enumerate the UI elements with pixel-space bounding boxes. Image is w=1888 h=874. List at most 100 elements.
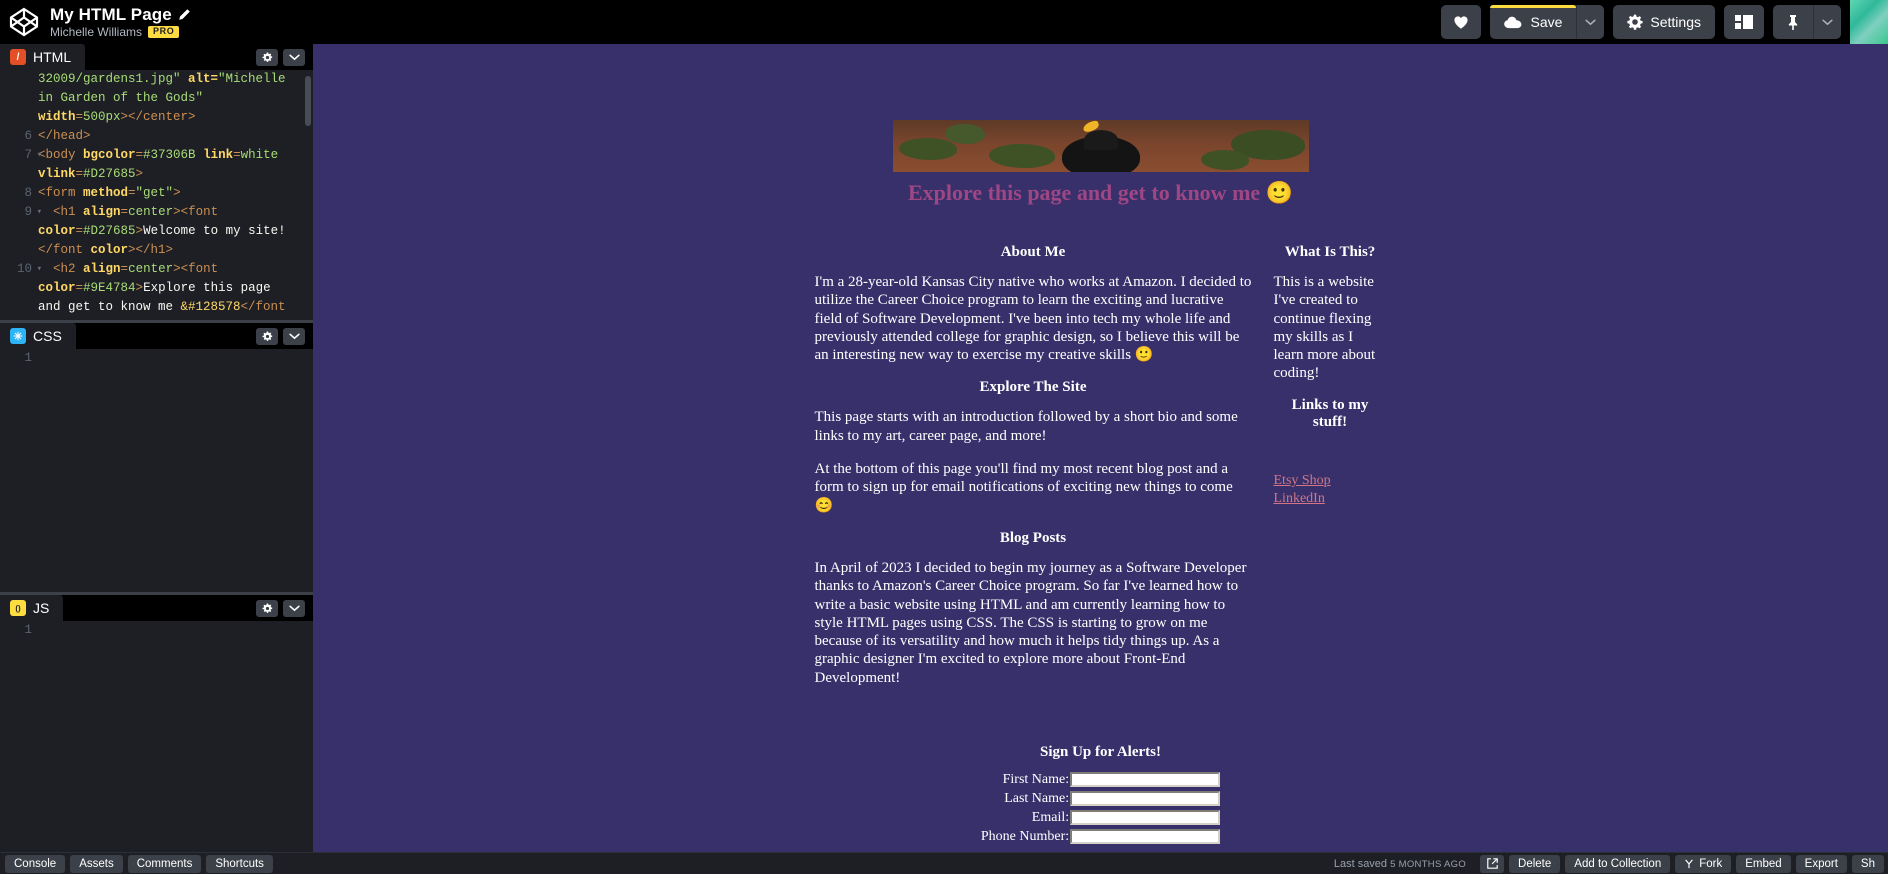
js-tab-label: JS [33, 600, 50, 616]
code-text: </head> [38, 129, 91, 143]
code-line: color=#9E4784>Explore this page [0, 279, 313, 298]
layout-button[interactable] [1724, 5, 1764, 39]
rendered-page: Welcome to my site! Explore this page an… [313, 120, 1888, 852]
fork-button[interactable]: Fork [1675, 854, 1732, 873]
codepen-logo-icon[interactable] [8, 6, 40, 38]
pin-group [1773, 5, 1841, 39]
save-accent-bar [1490, 5, 1577, 8]
first-name-input[interactable] [1070, 772, 1221, 788]
email-label: Email: [1031, 810, 1070, 826]
js-settings-gear-icon[interactable] [256, 599, 278, 617]
pen-title-block: My HTML Page Michelle Williams PRO [50, 4, 191, 39]
save-button[interactable]: Save [1490, 5, 1577, 39]
fold-caret-icon[interactable]: ▾ [37, 146, 42, 165]
html-scrollbar[interactable] [305, 76, 311, 126]
line-number: 9 ▾ [0, 203, 42, 222]
delete-button[interactable]: Delete [1509, 854, 1561, 873]
phone-number-input[interactable] [1070, 829, 1221, 845]
last-saved-prefix: Last saved [1333, 857, 1391, 870]
open-external-link-icon[interactable] [1480, 854, 1505, 873]
blog-text: In April of 2023 I decided to begin my j… [814, 559, 1247, 686]
explore-text-1: This page starts with an introduction fo… [814, 409, 1238, 444]
js-code-area[interactable]: 1 [0, 621, 313, 852]
main-column: About Me I'm a 28-year-old Kansas City n… [815, 244, 1252, 702]
favorite-button[interactable] [1441, 5, 1482, 39]
css-settings-gear-icon[interactable] [256, 327, 278, 345]
tab-html[interactable]: / HTML [0, 44, 86, 70]
html-pane-actions [256, 48, 313, 66]
pin-button[interactable] [1773, 5, 1813, 39]
code-text: </font color></h1> [38, 243, 174, 257]
preview-pane[interactable]: Welcome to my site! Explore this page an… [313, 44, 1888, 852]
line-number: 1 [24, 623, 32, 637]
pencil-icon[interactable] [178, 8, 191, 21]
last-name-label: Last Name: [1004, 791, 1070, 807]
assets-button[interactable]: Assets [70, 854, 123, 873]
tab-js[interactable]: () JS [0, 595, 64, 621]
line-number [0, 165, 38, 184]
comments-button[interactable]: Comments [127, 854, 202, 873]
line-number [0, 89, 38, 108]
bottom-toolbar-right: Last saved 5 MONTHS AGO Delete Add to Co… [1333, 854, 1888, 873]
save-dropdown-toggle[interactable] [1576, 5, 1605, 39]
js-editor-pane: () JS 1 [0, 595, 313, 852]
export-button[interactable]: Export [1795, 854, 1847, 873]
css-pane-actions [256, 327, 313, 345]
code-line: vlink=#D27685> [0, 165, 313, 184]
save-group: Save [1490, 5, 1605, 39]
code-line: </font color></h1> [0, 241, 313, 260]
html-editor-pane: / HTML 32009/gardens1.jpg" alt="Michelle… [0, 44, 313, 320]
table-row: Last Name: [981, 791, 1221, 807]
css-language-icon: ✳ [10, 328, 26, 344]
link-etsy-shop[interactable]: Etsy Shop [1274, 473, 1387, 489]
links-heading: Links to my stuff! [1291, 396, 1369, 430]
share-button[interactable]: Sh [1851, 854, 1884, 873]
editor-column: / HTML 32009/gardens1.jpg" alt="Michelle… [0, 44, 313, 852]
css-tab-label: CSS [33, 328, 62, 344]
fold-caret-icon[interactable]: ▾ [37, 203, 42, 222]
content-columns: About Me I'm a 28-year-old Kansas City n… [313, 244, 1888, 702]
html-settings-gear-icon[interactable] [256, 48, 278, 66]
line-number [0, 298, 38, 317]
code-line: color=#D27685>Welcome to my site! [0, 222, 313, 241]
settings-button[interactable]: Settings [1613, 5, 1715, 39]
link-linkedin[interactable]: LinkedIn [1274, 491, 1387, 507]
code-line: 32009/gardens1.jpg" alt="Michelle [0, 70, 313, 89]
side-column: What Is This? This is a website I've cre… [1274, 244, 1387, 702]
line-number [0, 70, 38, 89]
line-number: 6 [24, 129, 32, 143]
author-name[interactable]: Michelle Williams [50, 26, 142, 39]
fold-caret-icon[interactable]: ▾ [37, 260, 42, 279]
top-toolbar: My HTML Page Michelle Williams PRO Save … [0, 0, 1888, 44]
tab-css[interactable]: ✳ CSS [0, 323, 76, 349]
code-line: 9 ▾ <h1 align=center><font [0, 203, 313, 222]
html-pane-header: / HTML [0, 44, 313, 70]
signup-fields-table: First Name: Last Name: Email: Phone Numb… [981, 769, 1221, 852]
css-collapse-chevron-down-icon[interactable] [283, 327, 305, 345]
console-button[interactable]: Console [5, 854, 66, 873]
shortcuts-button[interactable]: Shortcuts [206, 854, 273, 873]
page-title: My HTML Page [50, 4, 172, 24]
html-collapse-chevron-down-icon[interactable] [283, 48, 305, 66]
add-to-collection-button[interactable]: Add to Collection [1565, 854, 1671, 873]
code-text: color=#9E4784>Explore this page [38, 281, 271, 295]
table-row: First Name: [981, 772, 1221, 788]
embed-button[interactable]: Embed [1736, 854, 1791, 873]
pin-dropdown-toggle[interactable] [1813, 5, 1841, 39]
code-line: and get to know me &#128578</font [0, 298, 313, 317]
line-number: 7 ▾ [0, 146, 42, 165]
js-collapse-chevron-down-icon[interactable] [283, 599, 305, 617]
code-line: 7 ▾ <body bgcolor=#37306B link=white [0, 146, 313, 165]
code-text: in Garden of the Gods" [38, 91, 204, 105]
last-name-input[interactable] [1070, 791, 1221, 807]
html-code-area[interactable]: 32009/gardens1.jpg" alt="Michelle in Gard… [0, 70, 313, 320]
layout-icon [1735, 15, 1753, 29]
blog-heading: Blog Posts [999, 529, 1067, 546]
code-line: 10 ▾ <h2 align=center><font [0, 260, 313, 279]
first-name-label: First Name: [1002, 772, 1070, 788]
css-code-area[interactable]: 1 [0, 349, 313, 592]
email-input[interactable] [1070, 810, 1221, 826]
what-is-this-heading: What Is This? [1284, 244, 1376, 260]
avatar[interactable] [1850, 0, 1888, 44]
